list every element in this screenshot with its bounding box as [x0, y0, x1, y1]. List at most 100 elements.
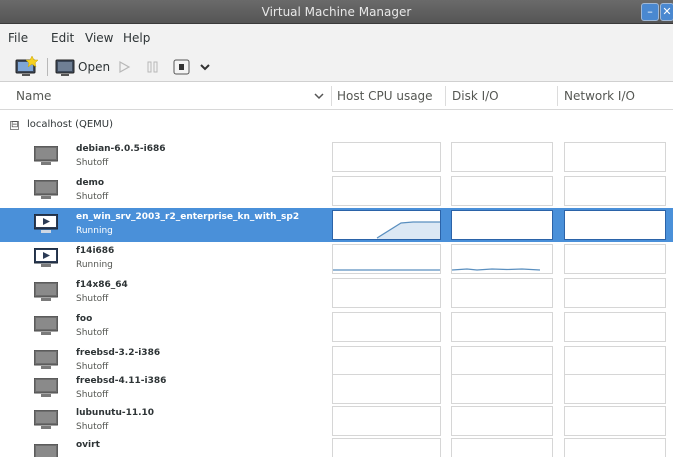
menu-file[interactable]: File [8, 31, 28, 45]
vm-row[interactable]: f14i686 Running [0, 242, 673, 276]
vm-shutoff-icon [34, 378, 58, 397]
column-network[interactable]: Network I/O [564, 89, 635, 103]
cpu-graph [332, 278, 441, 308]
toolbar: Open [0, 52, 673, 82]
column-cpu[interactable]: Host CPU usage [337, 89, 433, 103]
vm-name: debian-6.0.5-i686 [76, 144, 166, 154]
vm-name: en_win_srv_2003_r2_enterprise_kn_with_sp… [76, 212, 300, 222]
cpu-graph [332, 374, 441, 404]
column-divider[interactable] [331, 86, 332, 106]
vm-name: demo [76, 178, 105, 188]
vm-name: foo [76, 314, 93, 324]
new-vm-icon [15, 55, 39, 76]
vm-name: ovirt [76, 440, 100, 450]
vm-name: f14x86_64 [76, 280, 128, 290]
vm-row[interactable]: ovirt [0, 436, 673, 457]
vm-status: Running [76, 226, 113, 236]
vm-status: Shutoff [76, 390, 109, 400]
network-graph [564, 312, 666, 342]
monitor-icon [55, 59, 75, 76]
disk-graph [451, 278, 553, 308]
cpu-graph [332, 210, 441, 240]
menu-help[interactable]: Help [123, 31, 150, 45]
vm-row[interactable]: foo Shutoff [0, 310, 673, 344]
pause-button[interactable] [144, 56, 162, 78]
shutdown-button[interactable] [172, 56, 192, 78]
vm-status: Running [76, 260, 113, 270]
vm-row[interactable]: debian-6.0.5-i686 Shutoff [0, 140, 673, 174]
network-graph [564, 210, 666, 240]
vm-name: lubunutu-11.10 [76, 408, 155, 418]
vm-row-selected[interactable]: en_win_srv_2003_r2_enterprise_kn_with_sp… [0, 208, 673, 242]
run-button[interactable] [116, 56, 134, 78]
vm-shutoff-icon [34, 444, 58, 457]
vm-name: f14i686 [76, 246, 115, 256]
disk-graph [451, 312, 553, 342]
menu-view[interactable]: View [85, 31, 113, 45]
vm-row[interactable]: lubunutu-11.10 Shutoff [0, 404, 673, 438]
shutdown-icon [173, 59, 190, 75]
vm-status: Shutoff [76, 362, 109, 372]
vm-running-icon [34, 248, 58, 267]
close-icon[interactable]: ✕ [660, 3, 673, 21]
list-header: Name Host CPU usage Disk I/O Network I/O [0, 82, 673, 110]
vm-shutoff-icon [34, 410, 58, 429]
network-graph [564, 142, 666, 172]
vm-status: Shutoff [76, 422, 109, 432]
new-vm-button[interactable] [14, 55, 40, 78]
vm-row[interactable]: f14x86_64 Shutoff [0, 276, 673, 310]
disk-graph [451, 406, 553, 436]
network-graph [564, 244, 666, 274]
toolbar-separator [47, 58, 48, 76]
network-graph [564, 438, 666, 457]
column-divider[interactable] [557, 86, 558, 106]
chevron-down-icon [200, 64, 210, 71]
vm-shutoff-icon [34, 146, 58, 165]
column-divider[interactable] [445, 86, 446, 106]
network-graph [564, 374, 666, 404]
vm-name: freebsd-4.11-i386 [76, 376, 167, 386]
cpu-graph [332, 142, 441, 172]
collapse-icon[interactable]: ⊟ [10, 121, 19, 130]
cpu-graph [332, 176, 441, 206]
connection-label: localhost (QEMU) [27, 119, 114, 130]
cpu-graph [332, 244, 441, 274]
sort-chevron-down-icon[interactable] [313, 92, 325, 102]
cpu-graph [332, 312, 441, 342]
disk-graph [451, 142, 553, 172]
open-button[interactable]: Open [55, 56, 111, 78]
vm-shutoff-icon [34, 316, 58, 335]
column-name[interactable]: Name [16, 89, 51, 103]
network-graph [564, 278, 666, 308]
minimize-icon[interactable]: – [641, 3, 659, 21]
vm-shutoff-icon [34, 282, 58, 301]
play-icon [119, 60, 131, 74]
vm-shutoff-icon [34, 350, 58, 369]
vm-name: freebsd-3.2-i386 [76, 348, 161, 358]
cpu-usage-sparkline [333, 269, 440, 271]
menu-bar: File Edit View Help [0, 24, 673, 52]
vm-status: Shutoff [76, 192, 109, 202]
vm-status: Shutoff [76, 158, 109, 168]
vm-shutoff-icon [34, 180, 58, 199]
shutdown-dropdown[interactable] [198, 56, 212, 78]
pause-icon [147, 61, 158, 73]
vm-row[interactable]: demo Shutoff [0, 174, 673, 208]
cpu-usage-sparkline [376, 221, 440, 239]
vm-status: Shutoff [76, 294, 109, 304]
network-graph [564, 406, 666, 436]
disk-graph [451, 438, 553, 457]
connection-row[interactable]: ⊟ localhost (QEMU) [0, 110, 673, 140]
menu-edit[interactable]: Edit [51, 31, 74, 45]
column-disk[interactable]: Disk I/O [452, 89, 499, 103]
disk-graph [451, 176, 553, 206]
network-graph [564, 176, 666, 206]
open-label: Open [78, 60, 111, 74]
vm-row[interactable]: freebsd-4.11-i386 Shutoff [0, 372, 673, 406]
cpu-graph [332, 406, 441, 436]
disk-graph [451, 244, 553, 274]
title-bar: Virtual Machine Manager – ✕ [0, 0, 673, 24]
disk-graph [451, 210, 553, 240]
disk-io-sparkline [452, 268, 541, 271]
disk-graph [451, 374, 553, 404]
